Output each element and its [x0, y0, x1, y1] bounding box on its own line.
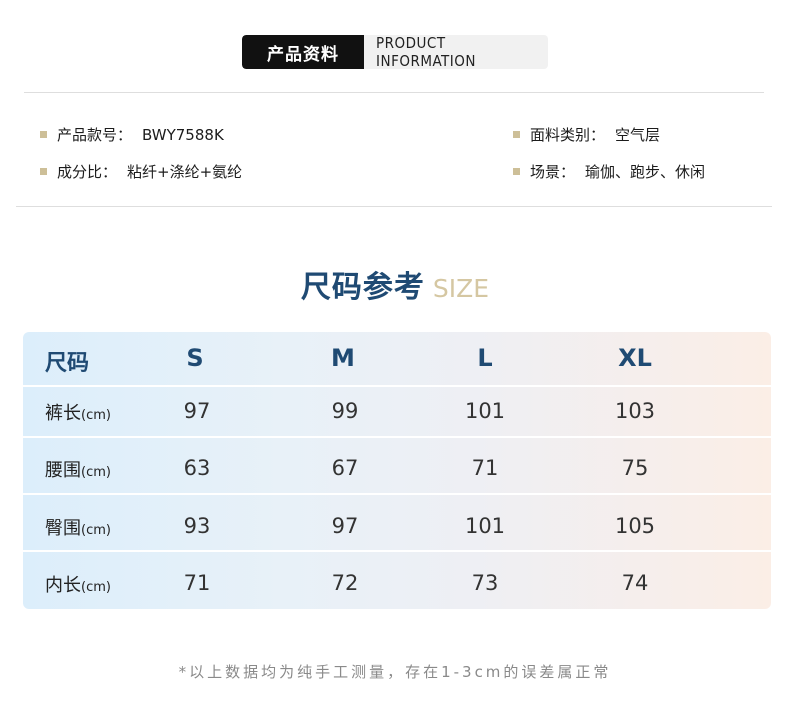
info-label: 成分比：: [57, 163, 118, 181]
header-zh: 产品资料: [242, 35, 364, 69]
info-item-scene: 场景： 瑜伽、跑步、休闲: [513, 161, 705, 182]
bullet-icon: [513, 131, 520, 138]
bullet-icon: [40, 168, 47, 175]
measurement-note: *以上数据均为纯手工测量，存在1-3cm的误差属正常: [178, 663, 612, 681]
table-cell: 74: [621, 571, 649, 595]
info-value: 空气层: [615, 126, 661, 144]
row-label-hip: 臀围(cm): [45, 518, 111, 539]
header-en: PRODUCT INFORMATION: [364, 35, 548, 69]
table-cell: 103: [614, 399, 656, 423]
row-separator: [23, 550, 771, 552]
row-separator: [23, 493, 771, 495]
info-value: 粘纤+涤纶+氨纶: [127, 163, 243, 181]
row-label-length: 裤长(cm): [45, 403, 111, 424]
table-cell: 63: [183, 456, 211, 480]
size-section-title: 尺码参考 SIZE: [0, 262, 790, 306]
info-item-fabric: 面料类别： 空气层: [513, 124, 660, 145]
bullet-icon: [513, 168, 520, 175]
info-item-composition: 成分比： 粘纤+涤纶+氨纶: [40, 161, 242, 182]
table-cell: 71: [471, 456, 499, 480]
size-title-zh: 尺码参考: [300, 270, 425, 305]
divider-bottom: [16, 206, 772, 207]
size-header-xl: XL: [618, 344, 652, 372]
info-item-style-no: 产品款号： BWY7588K: [40, 124, 224, 145]
table-cell: 93: [183, 514, 211, 538]
table-cell: 72: [331, 571, 359, 595]
table-cell: 67: [331, 456, 359, 480]
size-header-m: M: [331, 344, 355, 372]
table-cell: 101: [464, 399, 506, 423]
info-value: BWY7588K: [142, 125, 224, 144]
divider-top: [24, 92, 764, 93]
table-cell: 97: [331, 514, 359, 538]
table-cell: 105: [614, 514, 656, 538]
table-cell: 101: [464, 514, 506, 538]
size-title-en: SIZE: [432, 274, 490, 303]
row-separator: [23, 385, 771, 387]
table-cell: 99: [331, 399, 359, 423]
table-cell: 73: [471, 571, 499, 595]
bullet-icon: [40, 131, 47, 138]
row-separator: [23, 436, 771, 438]
product-info-header: 产品资料 PRODUCT INFORMATION: [242, 35, 548, 69]
info-value: 瑜伽、跑步、休闲: [585, 163, 706, 181]
size-table: 尺码 S M L XL 裤长(cm) 97 99 101 103 腰围(cm) …: [23, 332, 771, 609]
size-header-s: S: [186, 344, 204, 372]
table-corner-label: 尺码: [45, 351, 90, 376]
table-cell: 71: [183, 571, 211, 595]
info-label: 面料类别：: [530, 126, 606, 144]
info-label: 产品款号：: [57, 126, 133, 144]
row-label-inseam: 内长(cm): [45, 575, 111, 596]
size-header-l: L: [477, 344, 493, 372]
row-label-waist: 腰围(cm): [45, 460, 111, 481]
table-cell: 75: [621, 456, 649, 480]
info-label: 场景：: [530, 163, 576, 181]
table-cell: 97: [183, 399, 211, 423]
